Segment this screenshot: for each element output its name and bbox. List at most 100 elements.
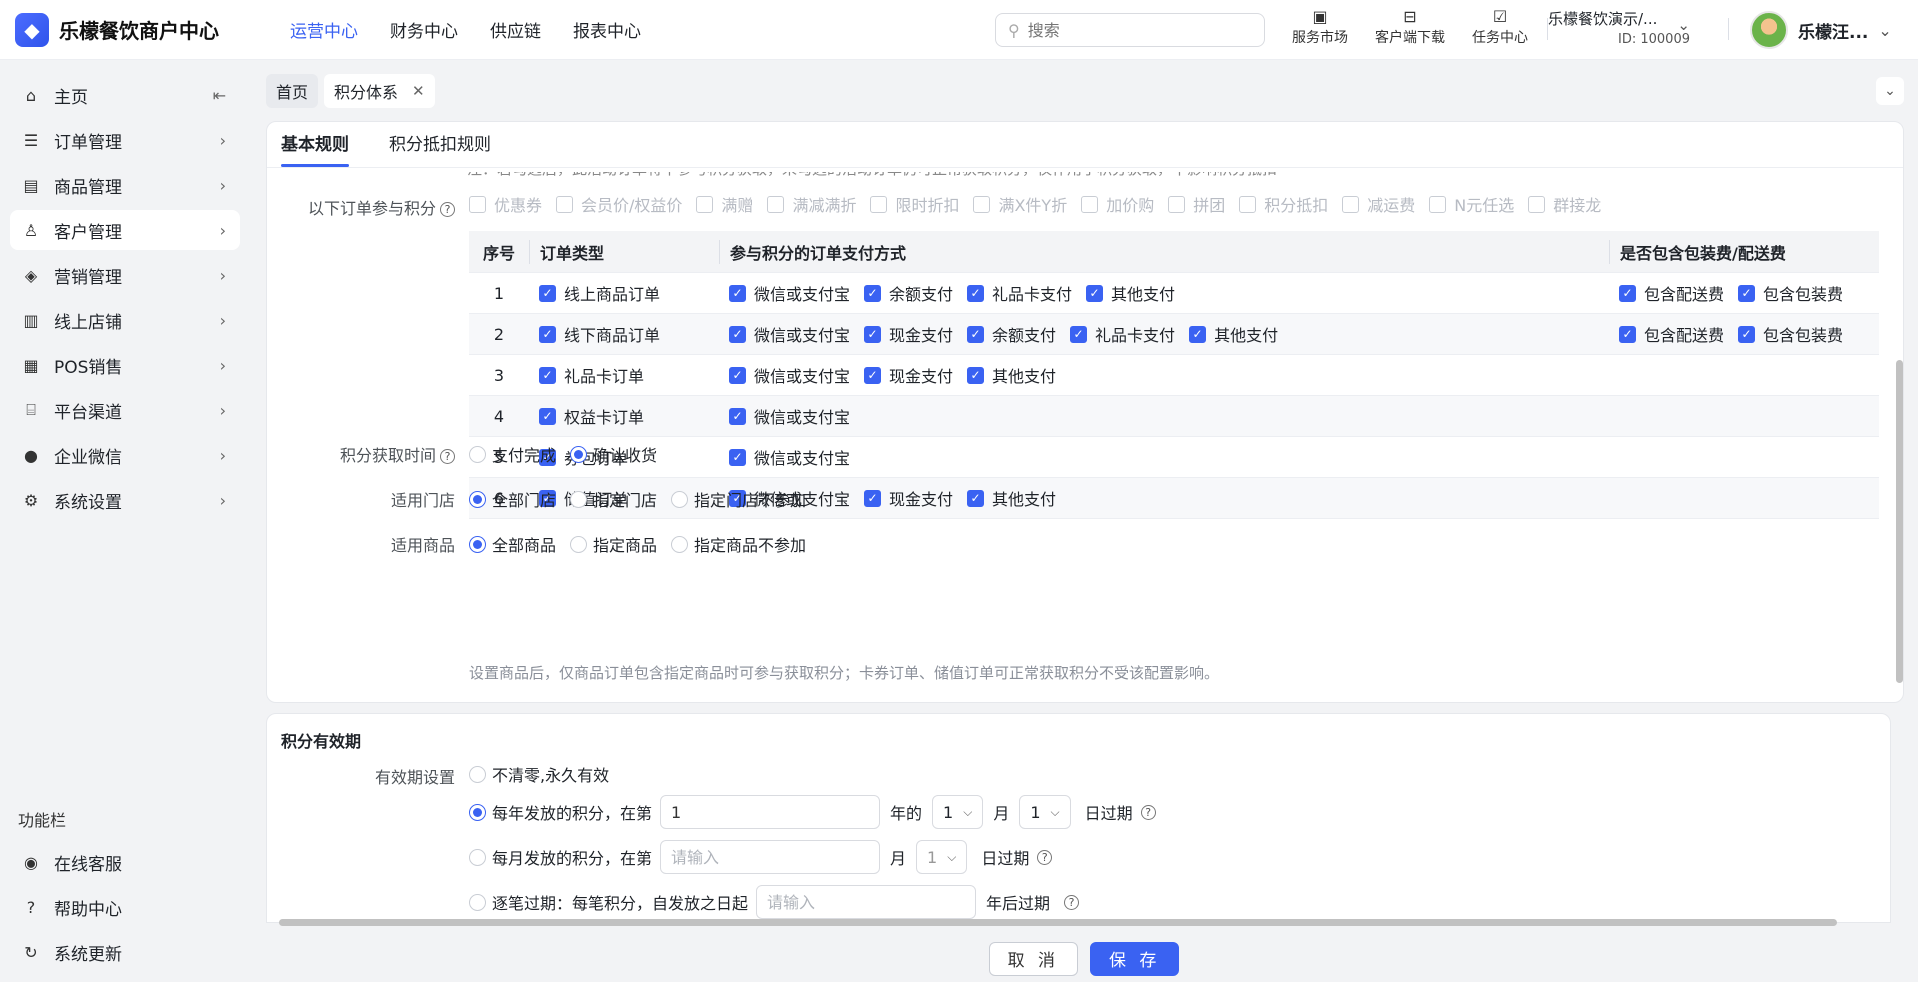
sidebar-item-online-service[interactable]: ◉ 在线客服 xyxy=(10,842,240,882)
checkbox-option[interactable]: 积分抵扣 xyxy=(1239,192,1328,216)
checkbox[interactable]: ✓ xyxy=(729,325,746,343)
checkbox-option[interactable]: ✓ 现金支付 xyxy=(864,486,953,510)
checkbox-option[interactable]: ✓ 微信或支付宝 xyxy=(729,281,850,305)
checkbox[interactable]: ✓ xyxy=(864,366,882,384)
scroll-thumb[interactable] xyxy=(279,919,1837,926)
checkbox[interactable]: ✓ xyxy=(1619,325,1636,343)
checkbox-option[interactable]: ✓ 包含包装费 xyxy=(1738,281,1843,305)
vertical-scrollbar[interactable] xyxy=(1895,170,1904,912)
checkbox[interactable] xyxy=(767,195,785,213)
radio[interactable] xyxy=(469,803,486,821)
monthly-value-input[interactable] xyxy=(660,840,881,874)
checkbox[interactable]: ✓ xyxy=(729,284,746,302)
yearly-month-select[interactable]: 1 ⌵ xyxy=(932,795,984,829)
checkbox-option[interactable]: ✓ 线下商品订单 xyxy=(539,322,660,346)
checkbox[interactable] xyxy=(556,195,574,213)
help-icon[interactable]: ? xyxy=(440,449,455,464)
checkbox-option[interactable]: ✓ 余额支付 xyxy=(967,322,1056,346)
checkbox-option[interactable]: ✓ 线上商品订单 xyxy=(539,281,660,305)
radio-option[interactable]: 全部商品 xyxy=(469,532,556,556)
checkbox-option[interactable]: ✓ 微信或支付宝 xyxy=(729,322,850,346)
checkbox[interactable] xyxy=(469,195,486,213)
sidebar-item-pos[interactable]: ▦ POS销售 › xyxy=(10,345,240,385)
cancel-button[interactable]: 取 消 xyxy=(988,941,1078,976)
checkbox[interactable]: ✓ xyxy=(539,366,556,384)
save-button[interactable]: 保 存 xyxy=(1090,941,1180,976)
horizontal-scrollbar[interactable] xyxy=(269,916,1887,928)
checkbox-option[interactable]: ✓ 权益卡订单 xyxy=(539,404,644,428)
tab-home[interactable]: 首页 xyxy=(266,74,319,108)
checkbox-option[interactable]: ✓ 其他支付 xyxy=(1086,281,1175,305)
collapse-sidebar-icon[interactable]: ⇤ xyxy=(213,86,226,105)
tab-points-system[interactable]: 积分体系 ✕ xyxy=(324,74,435,108)
checkbox-option[interactable]: ✓ 余额支付 xyxy=(864,281,953,305)
sidebar-item-orders[interactable]: ☰ 订单管理 › xyxy=(10,120,240,160)
radio-option[interactable]: 指定商品 xyxy=(570,532,657,556)
help-icon[interactable]: ? xyxy=(440,202,455,217)
service-market-button[interactable]: ▣ 服务市场 xyxy=(1275,7,1365,47)
topnav-supply-chain[interactable]: 供应链 xyxy=(490,17,541,42)
close-icon[interactable]: ✕ xyxy=(412,82,425,100)
checkbox[interactable] xyxy=(1528,195,1546,213)
checkbox-option[interactable]: 群接龙 xyxy=(1528,192,1601,216)
validity-option-monthly[interactable]: 每月发放的积分，在第 月 1⌵ 日过期 ? xyxy=(469,840,1053,874)
checkbox[interactable]: ✓ xyxy=(967,366,985,384)
checkbox[interactable]: ✓ xyxy=(729,407,746,425)
radio[interactable] xyxy=(671,535,689,553)
checkbox-option[interactable]: 减运费 xyxy=(1342,192,1415,216)
checkbox-option[interactable]: ✓ 其他支付 xyxy=(1189,322,1278,346)
checkbox-option[interactable]: ✓ 礼品卡支付 xyxy=(1070,322,1175,346)
sidebar-item-channels[interactable]: ⌸ 平台渠道 › xyxy=(10,390,240,430)
checkbox[interactable] xyxy=(696,195,714,213)
checkbox-option[interactable]: ✓ 礼品卡支付 xyxy=(967,281,1072,305)
checkbox-option[interactable]: ✓ 包含配送费 xyxy=(1619,281,1724,305)
validity-option-yearly[interactable]: 每年发放的积分，在第 年的 1⌵ 月 1⌵ 日过期 ? xyxy=(469,795,1156,829)
checkbox-option[interactable]: 会员价/权益价 xyxy=(556,192,682,216)
checkbox-option[interactable]: ✓ 礼品卡订单 xyxy=(539,363,644,387)
radio-option[interactable]: 全部门店 xyxy=(469,487,556,511)
checkbox[interactable]: ✓ xyxy=(864,284,882,302)
checkbox-option[interactable]: 优惠券 xyxy=(469,192,542,216)
help-icon[interactable]: ? xyxy=(1037,849,1053,865)
validity-option-per-batch[interactable]: 逐笔过期：每笔积分，自发放之日起 年后过期 ? xyxy=(469,885,1080,919)
sidebar-item-online-store[interactable]: ▥ 线上店铺 › xyxy=(10,300,240,340)
radio[interactable] xyxy=(469,490,486,508)
tab-deduction-rules[interactable]: 积分抵扣规则 xyxy=(389,130,491,167)
radio[interactable] xyxy=(469,445,486,463)
per-batch-years-input[interactable] xyxy=(756,885,977,919)
radio[interactable] xyxy=(469,535,486,553)
checkbox-option[interactable]: 拼团 xyxy=(1168,192,1225,216)
sidebar-item-home[interactable]: ⌂ 主页 ⇤ xyxy=(10,75,240,115)
topnav-operations[interactable]: 运营中心 xyxy=(290,17,358,42)
checkbox[interactable]: ✓ xyxy=(864,489,882,507)
client-download-button[interactable]: ⊟ 客户端下载 xyxy=(1365,7,1455,47)
checkbox-option[interactable]: ✓ 其他支付 xyxy=(967,363,1056,387)
checkbox[interactable]: ✓ xyxy=(539,325,556,343)
checkbox-option[interactable]: ✓ 现金支付 xyxy=(864,363,953,387)
checkbox[interactable]: ✓ xyxy=(1738,284,1756,302)
checkbox[interactable]: ✓ xyxy=(729,448,746,466)
radio[interactable] xyxy=(570,445,588,463)
checkbox[interactable]: ✓ xyxy=(539,407,556,425)
radio-option[interactable]: 指定门店不参加 xyxy=(671,487,806,511)
tenant-switcher[interactable]: 乐檬餐饮演示/... ID: 100009 ⌄ xyxy=(1548,8,1698,47)
sidebar-item-wecom[interactable]: ● 企业微信 › xyxy=(10,435,240,475)
tabs-dropdown-button[interactable]: ⌄ xyxy=(1876,77,1904,105)
checkbox[interactable] xyxy=(1081,195,1099,213)
radio-option[interactable]: 支付完成 xyxy=(469,442,556,466)
checkbox[interactable] xyxy=(973,195,991,213)
checkbox[interactable]: ✓ xyxy=(967,489,985,507)
checkbox-option[interactable]: 满减满折 xyxy=(767,192,856,216)
checkbox-option[interactable]: ✓ 包含配送费 xyxy=(1619,322,1724,346)
checkbox-option[interactable]: ✓ 微信或支付宝 xyxy=(729,445,850,469)
checkbox[interactable]: ✓ xyxy=(1070,325,1088,343)
yearly-day-select[interactable]: 1 ⌵ xyxy=(1019,795,1071,829)
radio-option[interactable]: 指定商品不参加 xyxy=(671,532,806,556)
sidebar-item-settings[interactable]: ⚙ 系统设置 › xyxy=(10,480,240,520)
radio-option[interactable]: 指定门店 xyxy=(570,487,657,511)
search-input[interactable] xyxy=(1027,20,1248,40)
topnav-reports[interactable]: 报表中心 xyxy=(573,17,641,42)
radio[interactable] xyxy=(570,535,588,553)
radio[interactable] xyxy=(570,490,588,508)
sidebar-item-update[interactable]: ↻ 系统更新 xyxy=(10,932,240,972)
